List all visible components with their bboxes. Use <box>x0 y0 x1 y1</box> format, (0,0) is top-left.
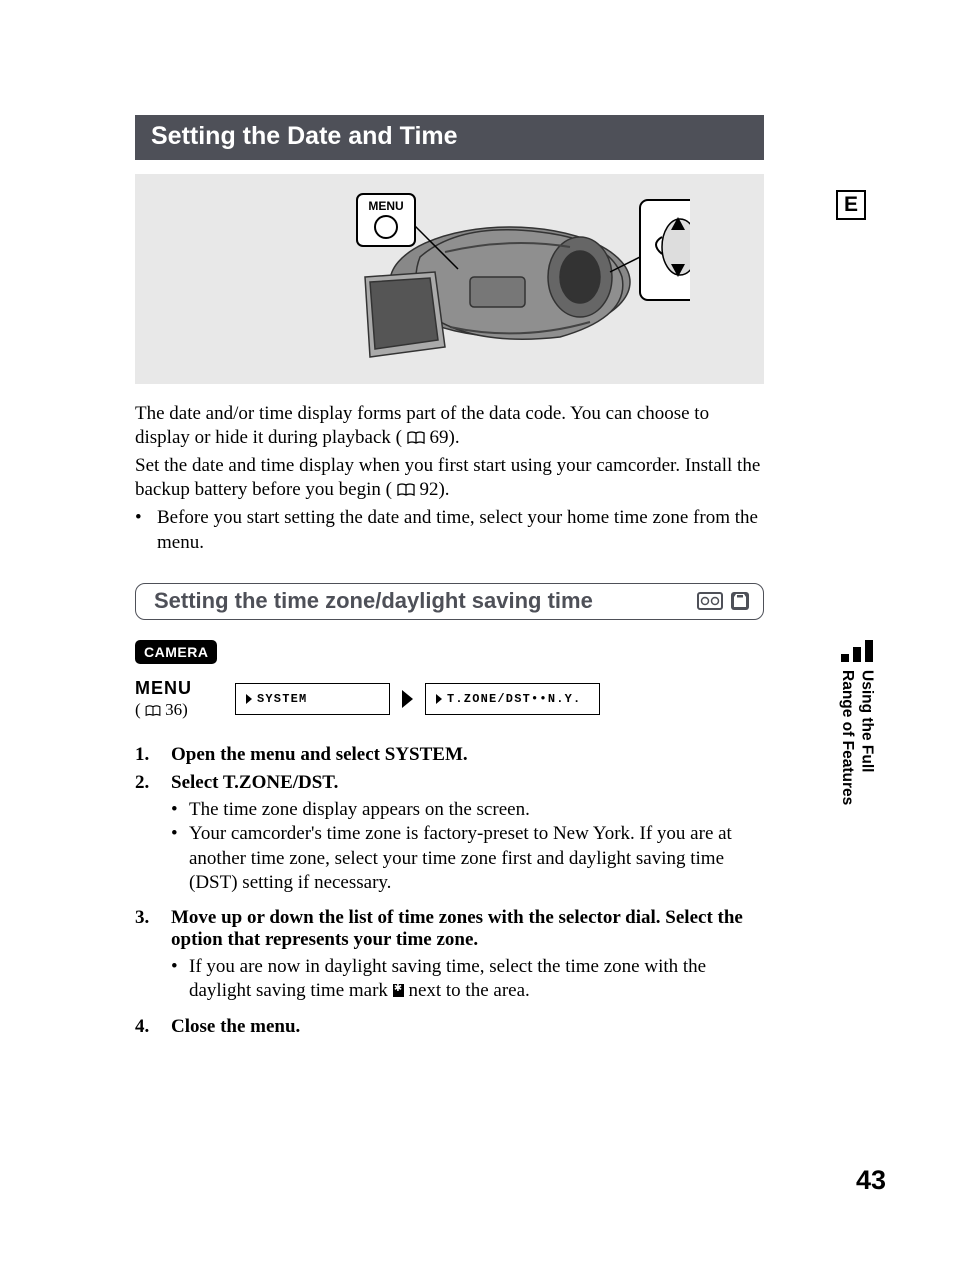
intro-p1-ref: 69 <box>430 427 449 448</box>
dst-mark-icon <box>393 984 404 997</box>
camera-mode-badge: CAMERA <box>135 640 217 664</box>
step-number: 3. <box>135 907 171 1010</box>
step-2-title: Select T.ZONE/DST. <box>171 772 764 794</box>
card-icon <box>729 590 751 612</box>
step-number: 2. <box>135 772 171 901</box>
menu-label: MENU <box>135 678 227 699</box>
subsection-title: Setting the time zone/daylight saving ti… <box>154 588 593 614</box>
nav-box-tzone: T.ZONE/DST••N.Y. <box>425 683 600 715</box>
side-tab-line1: Using the Full <box>858 670 875 772</box>
intro-p2-ref: 92 <box>419 479 438 500</box>
language-badge: E <box>836 190 866 220</box>
tape-icon <box>697 590 723 612</box>
menu-callout-label: MENU <box>368 199 403 213</box>
nav-tzone-label: T.ZONE/DST••N.Y. <box>447 692 581 706</box>
intro-p1b: ). <box>449 427 460 448</box>
triangle-right-icon <box>246 694 252 704</box>
step-3-post: next to the area. <box>408 980 529 1001</box>
step-2-item-1: The time zone display appears on the scr… <box>189 798 530 822</box>
side-tab-line2: Range of Features <box>839 670 856 805</box>
nav-box-system: SYSTEM <box>235 683 390 715</box>
side-tab: Using the Full Range of Features <box>828 640 886 805</box>
triangle-right-icon <box>436 694 442 704</box>
bullet-marker: • <box>135 506 157 555</box>
intro-text: The date and/or time display forms part … <box>135 402 764 555</box>
nav-system-label: SYSTEM <box>257 692 307 706</box>
menu-ref-num: 36 <box>165 700 182 719</box>
step-2-item-2: Your camcorder's time zone is factory-pr… <box>189 822 764 895</box>
page-ref-icon <box>397 483 415 497</box>
step-3-item: If you are now in daylight saving time, … <box>189 955 764 1004</box>
step-number: 1. <box>135 744 171 766</box>
steps-list: 1. Open the menu and select SYSTEM. 2. S… <box>135 744 764 1038</box>
page-number: 43 <box>856 1165 886 1196</box>
step-1-title: Open the menu and select SYSTEM. <box>171 744 764 766</box>
page-ref-icon <box>407 431 425 445</box>
double-arrow-icon <box>402 690 413 708</box>
menu-page-ref: ( 36) <box>135 700 227 720</box>
tab-bars-icon <box>828 640 886 662</box>
subsection-header: Setting the time zone/daylight saving ti… <box>135 583 764 620</box>
intro-bullet: Before you start setting the date and ti… <box>157 506 764 555</box>
section-title: Setting the Date and Time <box>135 115 764 160</box>
hero-illustration: MENU <box>135 174 764 384</box>
step-3-title: Move up or down the list of time zones w… <box>171 907 764 951</box>
intro-p2b: ). <box>438 479 449 500</box>
menu-nav-row: MENU ( 36) SYSTEM T.ZONE/DST••N.Y. <box>135 678 764 720</box>
step-4-title: Close the menu. <box>171 1016 764 1038</box>
step-number: 4. <box>135 1016 171 1038</box>
camcorder-illustration: MENU <box>210 182 690 377</box>
